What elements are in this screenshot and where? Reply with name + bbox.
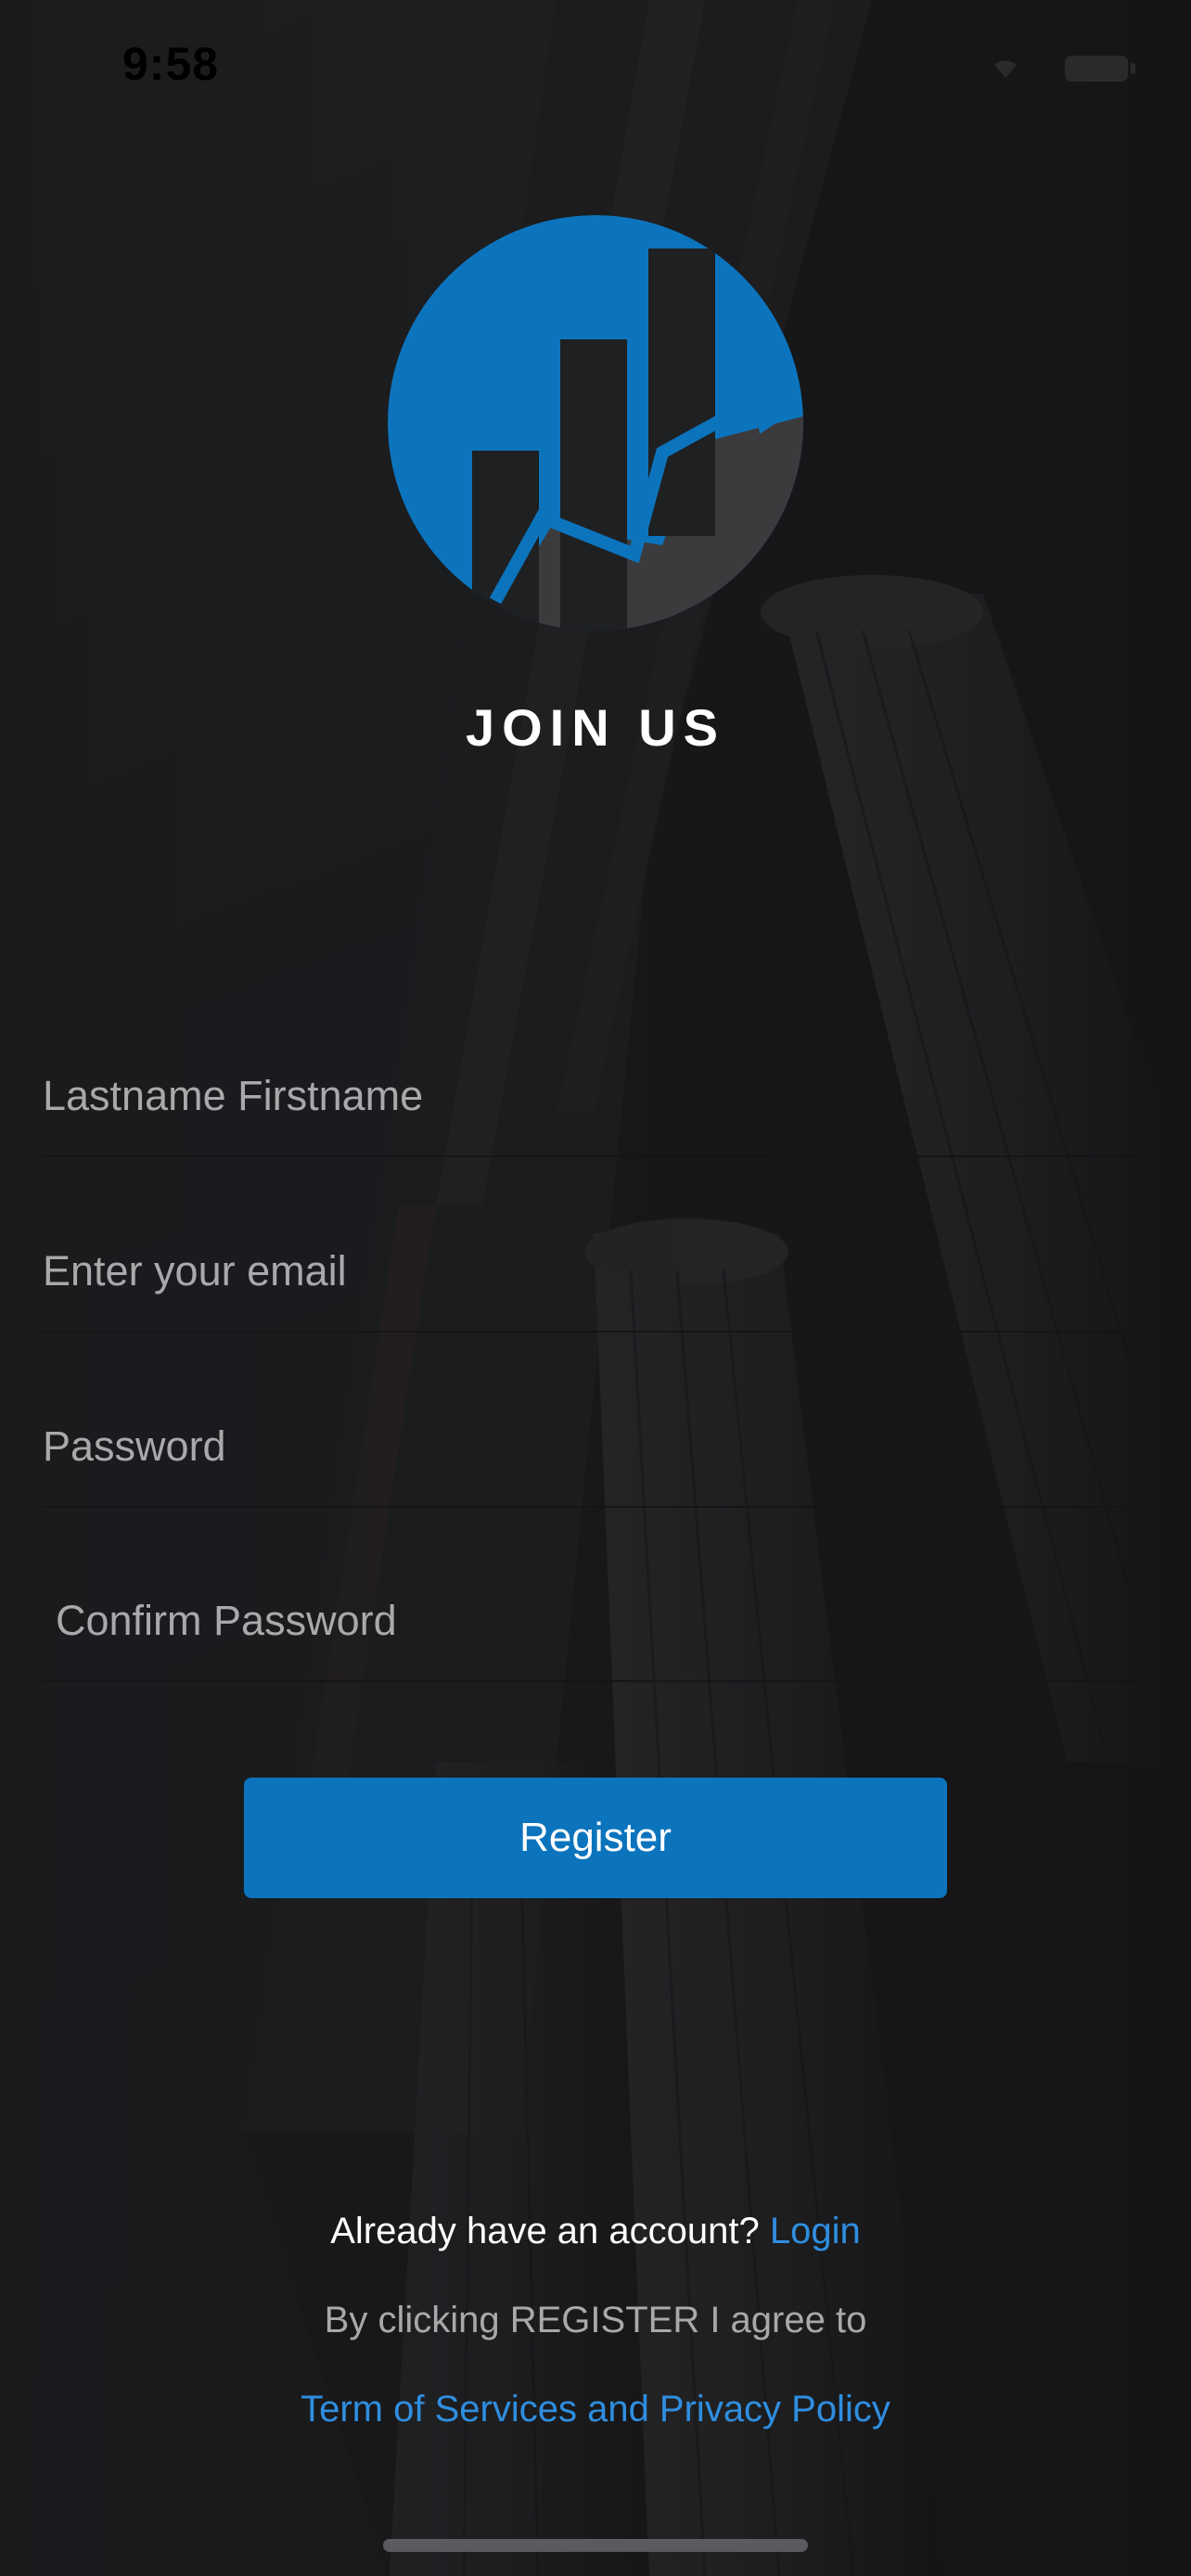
battery-icon: [1065, 56, 1135, 82]
wifi-icon: [994, 60, 1017, 78]
terms-link[interactable]: Term of Services and Privacy Policy: [301, 2389, 890, 2429]
login-prompt: Already have an account? Login: [0, 2211, 1191, 2252]
fullname-field[interactable]: [43, 1037, 1150, 1157]
app-logo-icon: [388, 215, 803, 631]
login-link[interactable]: Login: [770, 2211, 861, 2251]
confirm-password-field[interactable]: [43, 1562, 1150, 1682]
terms-line: Term of Services and Privacy Policy: [0, 2389, 1191, 2430]
password-field[interactable]: [43, 1387, 1150, 1508]
status-time: 9:58: [122, 38, 220, 90]
agree-text: By clicking REGISTER I agree to: [324, 2300, 867, 2340]
page-title: JOIN US: [465, 698, 726, 757]
email-field[interactable]: [43, 1212, 1150, 1333]
status-icons: [994, 56, 1135, 82]
already-account-text: Already have an account?: [330, 2211, 760, 2251]
register-screen: 9:58 JOIN US Register: [0, 0, 1191, 2576]
register-button[interactable]: Register: [244, 1778, 947, 1898]
home-indicator: [383, 2539, 808, 2552]
